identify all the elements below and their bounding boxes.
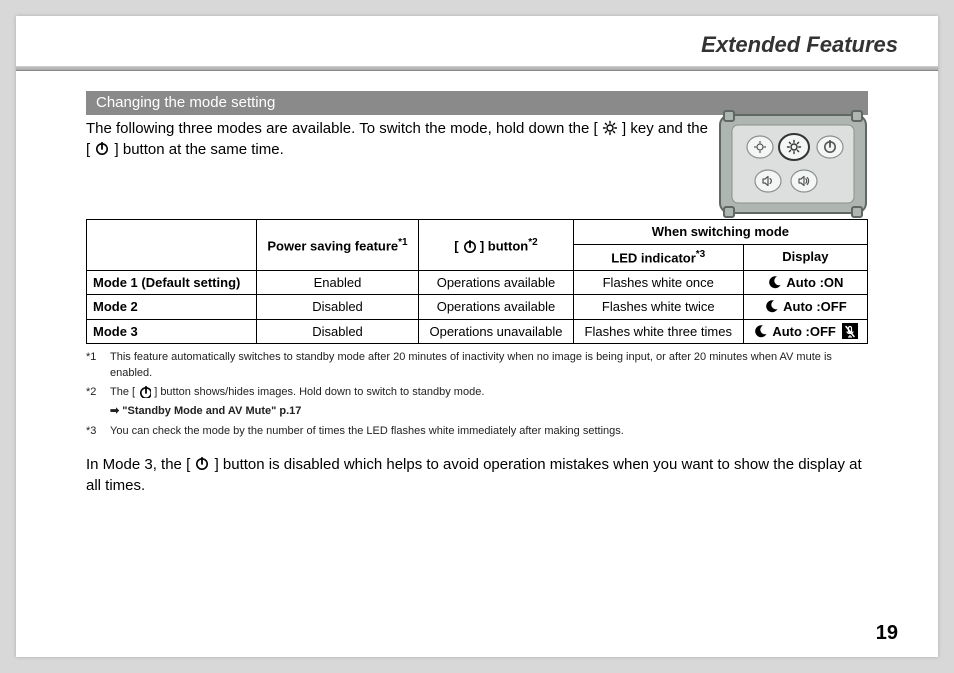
intro-text-a: The following three modes are available.…	[86, 120, 598, 137]
post-paragraph: In Mode 3, the [ ] button is disabled wh…	[86, 455, 868, 496]
brightness-icon	[602, 120, 618, 136]
row-name: Mode 3	[87, 319, 257, 344]
footnote-1: *1 This feature automatically switches t…	[86, 350, 868, 381]
footnote-3: *3 You can check the mode by the number …	[86, 424, 868, 439]
page-content: Changing the mode setting The following …	[16, 91, 938, 496]
document-page: Extended Features Changing the mode sett…	[16, 16, 938, 657]
cell-display: Auto :OFF	[743, 319, 867, 344]
mic-off-icon	[842, 323, 858, 339]
mode-table: Power saving feature*1 [ ] button*2 When…	[86, 219, 868, 344]
cell-button: Operations available	[419, 295, 574, 320]
title-rule	[16, 66, 938, 71]
device-illustration	[718, 109, 868, 219]
col-button: [ ] button*2	[419, 220, 574, 270]
col-led: LED indicator*3	[573, 244, 743, 270]
power-icon	[194, 456, 210, 472]
footnotes: *1 This feature automatically switches t…	[86, 350, 868, 439]
cell-power-saving: Enabled	[256, 270, 418, 295]
moon-icon	[764, 298, 780, 314]
footnote-2: *2 The [ ] button shows/hides images. Ho…	[86, 385, 868, 400]
intro-text-c: ] button at the same time.	[115, 141, 284, 158]
col-display: Display	[743, 244, 867, 270]
moon-icon	[753, 323, 769, 339]
page-title: Extended Features	[16, 16, 938, 66]
row-name: Mode 2	[87, 295, 257, 320]
power-icon	[462, 239, 476, 253]
cell-display: Auto :ON	[743, 270, 867, 295]
row-name: Mode 1 (Default setting)	[87, 270, 257, 295]
table-row: Mode 1 (Default setting) Enabled Operati…	[87, 270, 868, 295]
page-number: 19	[876, 622, 898, 645]
moon-icon	[767, 274, 783, 290]
col-power-saving: Power saving feature*1	[256, 220, 418, 270]
cell-led: Flashes white twice	[573, 295, 743, 320]
table-header-row: Power saving feature*1 [ ] button*2 When…	[87, 220, 868, 245]
cell-button: Operations unavailable	[419, 319, 574, 344]
cell-led: Flashes white three times	[573, 319, 743, 344]
power-icon	[94, 141, 110, 157]
footnote-2-reference: "Standby Mode and AV Mute" p.17	[110, 404, 868, 419]
table-row: Mode 3 Disabled Operations unavailable F…	[87, 319, 868, 344]
cell-power-saving: Disabled	[256, 295, 418, 320]
cell-led: Flashes white once	[573, 270, 743, 295]
cell-power-saving: Disabled	[256, 319, 418, 344]
table-row: Mode 2 Disabled Operations available Fla…	[87, 295, 868, 320]
col-switching: When switching mode	[573, 220, 867, 245]
cell-button: Operations available	[419, 270, 574, 295]
power-icon	[138, 385, 151, 398]
cell-display: Auto :OFF	[743, 295, 867, 320]
